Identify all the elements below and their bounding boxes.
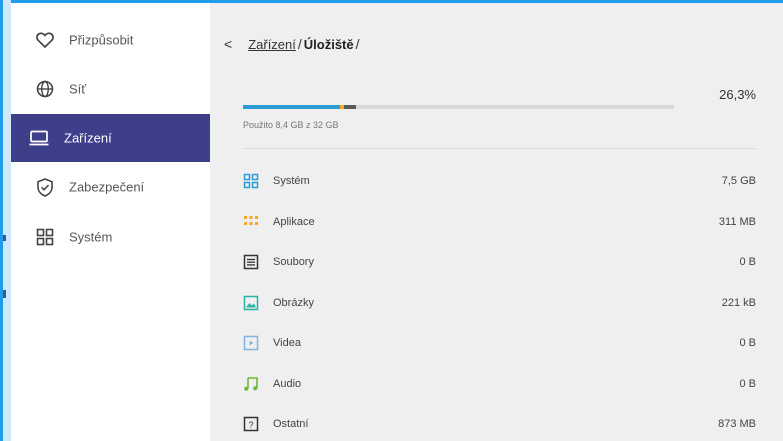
breadcrumb-separator: / [297, 36, 302, 52]
storage-row-images[interactable]: Obrázky 221 kB [243, 293, 756, 315]
row-value: 0 B [739, 256, 756, 268]
row-label: Ostatní [273, 418, 309, 430]
shield-check-icon [35, 177, 55, 197]
svg-text:?: ? [248, 420, 253, 430]
sidebar-item-label: Systém [69, 229, 113, 245]
sidebar-item-security[interactable]: Zabezpečení [11, 163, 210, 211]
grid-icon [35, 227, 55, 247]
breadcrumb-separator: / [355, 36, 360, 52]
row-label: Systém [273, 175, 310, 187]
row-label: Videa [273, 337, 301, 349]
sidebar: Přizpůsobit Síť Zařízení Zabezpečení Sys… [11, 3, 210, 441]
row-value: 0 B [739, 337, 756, 349]
usage-bar-other-segment [343, 105, 357, 109]
usage-percent: 26,3% [719, 87, 756, 102]
usage-bar-system-segment [243, 105, 341, 109]
left-edge-strip [3, 0, 11, 441]
edge-mark [3, 235, 6, 241]
sidebar-item-customize[interactable]: Přizpůsobit [11, 16, 210, 64]
usage-summary: Použito 8,4 GB z 32 GB [243, 120, 339, 130]
divider [243, 148, 756, 149]
sidebar-item-system[interactable]: Systém [11, 213, 210, 261]
files-icon [243, 254, 259, 270]
globe-icon [35, 79, 55, 99]
storage-row-videos[interactable]: Videa 0 B [243, 333, 756, 355]
sidebar-item-label: Zařízení [64, 130, 112, 146]
storage-row-audio[interactable]: Audio 0 B [243, 374, 756, 396]
system-grid-icon [243, 173, 259, 189]
row-value: 7,5 GB [721, 175, 756, 187]
row-label: Soubory [273, 256, 314, 268]
edge-mark [3, 290, 6, 298]
music-note-icon [243, 376, 259, 392]
page-title: Úložiště [303, 36, 354, 52]
apps-dots-icon [243, 214, 259, 230]
row-label: Aplikace [273, 216, 315, 228]
row-value: 873 MB [718, 418, 756, 430]
breadcrumb-link-device[interactable]: Zařízení [248, 37, 296, 52]
sidebar-item-label: Zabezpečení [69, 179, 145, 195]
sidebar-item-label: Přizpůsobit [69, 32, 134, 48]
monitor-icon [29, 128, 49, 148]
row-value: 221 kB [721, 297, 756, 309]
row-label: Obrázky [273, 297, 314, 309]
storage-row-files[interactable]: Soubory 0 B [243, 252, 756, 274]
storage-row-system[interactable]: Systém 7,5 GB [243, 171, 756, 193]
video-icon [243, 335, 259, 351]
sidebar-item-label: Síť [69, 81, 87, 97]
storage-row-apps[interactable]: Aplikace 311 MB [243, 212, 756, 234]
row-value: 311 MB [718, 216, 756, 228]
row-value: 0 B [739, 378, 756, 390]
image-icon [243, 295, 259, 311]
storage-row-other[interactable]: ? Ostatní 873 MB [243, 414, 756, 436]
sidebar-item-device[interactable]: Zařízení [11, 114, 210, 162]
sidebar-item-network[interactable]: Síť [11, 65, 210, 113]
main-panel: < Zařízení / Úložiště / 26,3% Použito 8,… [210, 3, 783, 441]
heart-icon [35, 30, 55, 50]
breadcrumb: < Zařízení / Úložiště / [224, 36, 362, 52]
storage-usage-bar [243, 105, 674, 109]
question-box-icon: ? [243, 416, 259, 432]
row-label: Audio [273, 378, 302, 390]
back-button[interactable]: < [224, 36, 232, 52]
